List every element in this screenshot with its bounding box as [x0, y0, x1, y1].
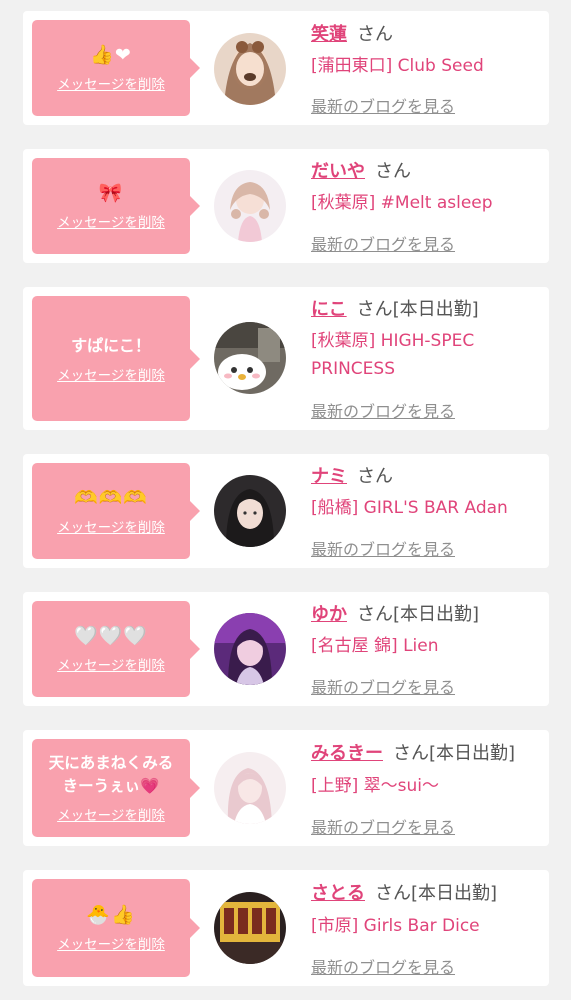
- name-line: 笑蓮 さん: [311, 23, 393, 47]
- delete-message-link[interactable]: メッセージを削除: [57, 364, 165, 384]
- avatar[interactable]: [214, 892, 286, 964]
- delete-message-link[interactable]: メッセージを削除: [57, 211, 165, 231]
- honorific: さん: [375, 883, 411, 904]
- shop-label: [秋葉原] HIGH-SPEC PRINCESS: [311, 331, 475, 379]
- name-line: さとる さん[本日出勤]: [311, 882, 497, 906]
- avatar[interactable]: [214, 170, 286, 242]
- cast-name-link[interactable]: みるきー: [311, 743, 383, 764]
- working-today-badge: [本日出勤]: [429, 743, 516, 764]
- name-line: にこ さん[本日出勤]: [311, 298, 479, 322]
- cast-name-link[interactable]: だいや: [311, 161, 365, 182]
- message-bubble: 🐣👍 メッセージを削除: [32, 879, 200, 977]
- shop-label: [上野] 翠〜sui〜: [311, 776, 440, 796]
- cast-name-link[interactable]: 笑蓮: [311, 24, 347, 45]
- message-card: 🎀 メッセージを削除 だいや さん [秋葉原] #Melt asleep 最新のブ…: [23, 149, 549, 263]
- message-card: 👍❤ メッセージを削除 笑蓮 さん [蒲田東口] Club Seed 最新のブログ…: [23, 11, 549, 125]
- name-line: ナミ さん: [311, 465, 393, 489]
- avatar[interactable]: [214, 752, 286, 824]
- avatar[interactable]: [214, 475, 286, 547]
- message-bubble: 🎀 メッセージを削除: [32, 158, 200, 254]
- honorific: さん: [356, 299, 393, 320]
- message-text: すぱにこ！: [71, 335, 151, 355]
- shop-label: [秋葉原] #Melt asleep: [311, 193, 493, 213]
- message-card: すぱにこ！ メッセージを削除 にこ さん[本日出勤] [秋葉原] HIGH-SPE…: [23, 287, 549, 430]
- message-bubble: 🤍🤍🤍 メッセージを削除: [32, 601, 200, 697]
- cast-name-link[interactable]: ナミ: [311, 466, 347, 487]
- honorific: さん: [393, 743, 429, 764]
- cast-name-link[interactable]: にこ: [311, 299, 347, 320]
- latest-blog-link[interactable]: 最新のブログを見る: [311, 954, 455, 978]
- latest-blog-link[interactable]: 最新のブログを見る: [311, 93, 455, 117]
- cast-name-link[interactable]: さとる: [311, 883, 365, 904]
- latest-blog-link[interactable]: 最新のブログを見る: [311, 231, 455, 255]
- avatar[interactable]: [214, 322, 286, 394]
- latest-blog-link[interactable]: 最新のブログを見る: [311, 398, 455, 422]
- message-card: 天にあまねくみるきーうぇぃ💗 メッセージを削除 みるきー さん[本日出勤] [上野…: [23, 730, 549, 846]
- latest-blog-link[interactable]: 最新のブログを見る: [311, 674, 455, 698]
- avatar[interactable]: [214, 33, 286, 105]
- message-bubble: 🫶🫶🫶 メッセージを削除: [32, 463, 200, 559]
- latest-blog-link[interactable]: 最新のブログを見る: [311, 814, 455, 838]
- delete-message-link[interactable]: メッセージを削除: [57, 516, 165, 536]
- message-text: 🐣👍: [86, 904, 136, 926]
- avatar[interactable]: [214, 613, 286, 685]
- name-line: ゆか さん[本日出勤]: [311, 603, 479, 627]
- message-text: 🎀: [98, 182, 124, 204]
- message-text: 🤍🤍🤍: [74, 625, 148, 647]
- honorific: さん: [357, 466, 393, 487]
- latest-blog-link[interactable]: 最新のブログを見る: [311, 536, 455, 560]
- message-card: 🐣👍 メッセージを削除 さとる さん[本日出勤] [市原] Girls Bar D…: [23, 870, 549, 986]
- message-bubble: 天にあまねくみるきーうぇぃ💗 メッセージを削除: [32, 739, 200, 837]
- message-text: 🫶🫶🫶: [74, 487, 148, 509]
- shop-label: [名古屋 錦] Lien: [311, 636, 439, 656]
- working-today-badge: [本日出勤]: [393, 604, 480, 625]
- message-card: 🫶🫶🫶 メッセージを削除 ナミ さん [船橋] GIRL'S BAR Adan 最…: [23, 454, 549, 568]
- working-today-badge: [本日出勤]: [411, 883, 498, 904]
- name-line: みるきー さん[本日出勤]: [311, 742, 515, 766]
- delete-message-link[interactable]: メッセージを削除: [57, 804, 165, 824]
- honorific: さん: [357, 24, 393, 45]
- name-line: だいや さん: [311, 160, 411, 184]
- working-today-badge: [本日出勤]: [392, 299, 479, 320]
- delete-message-link[interactable]: メッセージを削除: [57, 73, 165, 93]
- message-card: 🤍🤍🤍 メッセージを削除 ゆか さん[本日出勤] [名古屋 錦] Lien 最新の…: [23, 592, 549, 706]
- honorific: さん: [357, 604, 393, 625]
- delete-message-link[interactable]: メッセージを削除: [57, 654, 165, 674]
- shop-label: [船橋] GIRL'S BAR Adan: [311, 498, 508, 518]
- message-list: 👍❤ メッセージを削除 笑蓮 さん [蒲田東口] Club Seed 最新のブログ…: [0, 0, 571, 1000]
- delete-message-link[interactable]: メッセージを削除: [57, 933, 165, 953]
- shop-label: [市原] Girls Bar Dice: [311, 916, 480, 936]
- message-bubble: 👍❤ メッセージを削除: [32, 20, 200, 116]
- message-text: 天にあまねくみるきーうぇぃ💗: [48, 754, 174, 795]
- cast-name-link[interactable]: ゆか: [311, 604, 347, 625]
- honorific: さん: [375, 161, 411, 182]
- shop-label: [蒲田東口] Club Seed: [311, 56, 484, 76]
- message-bubble: すぱにこ！ メッセージを削除: [32, 296, 200, 421]
- message-text: 👍❤: [90, 44, 132, 66]
